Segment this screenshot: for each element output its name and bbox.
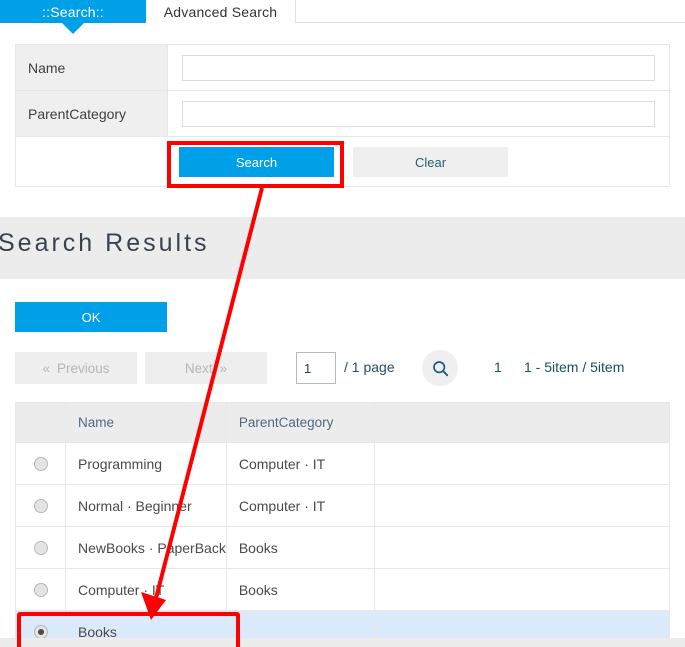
row-parentcategory: Books (225, 568, 375, 611)
previous-page-button[interactable]: « Previous (15, 352, 137, 384)
row-select-cell[interactable] (15, 568, 66, 611)
current-page-indicator: 1 (494, 359, 502, 375)
radio-wrap (16, 456, 65, 471)
column-header-select (15, 402, 66, 443)
previous-chevron-icon: « (42, 360, 50, 376)
table-row[interactable]: Programming Computer · IT (15, 442, 671, 485)
item-range-label: 1 - 5item / 5item (524, 359, 625, 375)
row-name: Programming (65, 442, 227, 485)
column-header-parentcategory: ParentCategory (225, 402, 375, 443)
next-page-label: Next (184, 360, 213, 376)
row-select-cell[interactable] (15, 484, 66, 527)
previous-page-label: Previous (56, 360, 110, 376)
tab-advanced-search[interactable]: Advanced Search (146, 0, 296, 23)
parentcategory-input[interactable] (182, 100, 655, 127)
form-row-parentcategory: ParentCategory (15, 90, 670, 137)
tab-advanced-search-label: Advanced Search (163, 3, 278, 20)
next-chevron-icon: » (219, 360, 228, 376)
radio-wrap (16, 624, 65, 639)
results-grid-header-row: Name ParentCategory (15, 402, 671, 443)
row-name: Computer · IT (65, 568, 227, 611)
row-parentcategory: Computer · IT (225, 442, 375, 485)
search-icon (432, 360, 448, 376)
tab-search[interactable]: ::Search:: (0, 0, 146, 23)
name-input-cell (167, 44, 670, 91)
row-select-cell[interactable] (15, 442, 66, 485)
form-actions-cell: Search Clear (15, 136, 670, 187)
row-parentcategory: Computer · IT (225, 484, 375, 527)
row-spacer (373, 568, 671, 611)
page-root: ::Search:: Advanced Search Name ParentCa… (0, 0, 685, 647)
row-radio-icon[interactable] (33, 540, 48, 555)
bottom-band (0, 638, 685, 647)
form-row-actions: Search Clear (15, 136, 670, 187)
radio-wrap (16, 540, 65, 555)
search-form: Name ParentCategory Search Clear (15, 44, 670, 187)
search-button[interactable]: Search (179, 147, 334, 177)
results-grid: Name ParentCategory Programming Computer… (15, 402, 671, 647)
table-row[interactable]: Normal · Beginner Computer · IT (15, 484, 671, 527)
results-grid-head: Name ParentCategory (15, 402, 671, 443)
row-radio-icon[interactable] (33, 498, 48, 513)
tab-search-label: ::Search:: (42, 3, 104, 20)
name-label: Name (15, 44, 168, 91)
row-name: Normal · Beginner (65, 484, 227, 527)
row-spacer (373, 484, 671, 527)
row-parentcategory: Books (225, 526, 375, 569)
go-to-page-button[interactable] (422, 350, 458, 386)
column-header-spacer (373, 402, 671, 443)
row-spacer (373, 526, 671, 569)
results-grid-body: Programming Computer · IT Normal · Begin… (15, 442, 671, 647)
form-row-name: Name (15, 44, 670, 91)
clear-button[interactable]: Clear (353, 147, 508, 177)
row-name: NewBooks · PaperBack (65, 526, 227, 569)
tab-bar: ::Search:: Advanced Search (0, 0, 685, 34)
column-header-name: Name (65, 402, 227, 443)
next-page-button[interactable]: Next » (145, 352, 267, 384)
name-input[interactable] (182, 54, 655, 81)
parentcategory-label: ParentCategory (15, 90, 168, 137)
table-row[interactable]: NewBooks · PaperBack Books (15, 526, 671, 569)
page-total-label: / 1 page (344, 359, 395, 375)
row-radio-icon[interactable] (33, 624, 48, 639)
table-row[interactable]: Computer · IT Books (15, 568, 671, 611)
row-radio-icon[interactable] (33, 582, 48, 597)
radio-wrap (16, 498, 65, 513)
ok-button[interactable]: OK (15, 302, 167, 332)
page-number-input[interactable] (296, 352, 336, 384)
row-radio-icon[interactable] (33, 456, 48, 471)
row-select-cell[interactable] (15, 526, 66, 569)
search-results-title: Search Results (0, 229, 210, 257)
row-spacer (373, 442, 671, 485)
parentcategory-input-cell (167, 90, 670, 137)
active-tab-pointer-icon (62, 23, 84, 34)
radio-wrap (16, 582, 65, 597)
